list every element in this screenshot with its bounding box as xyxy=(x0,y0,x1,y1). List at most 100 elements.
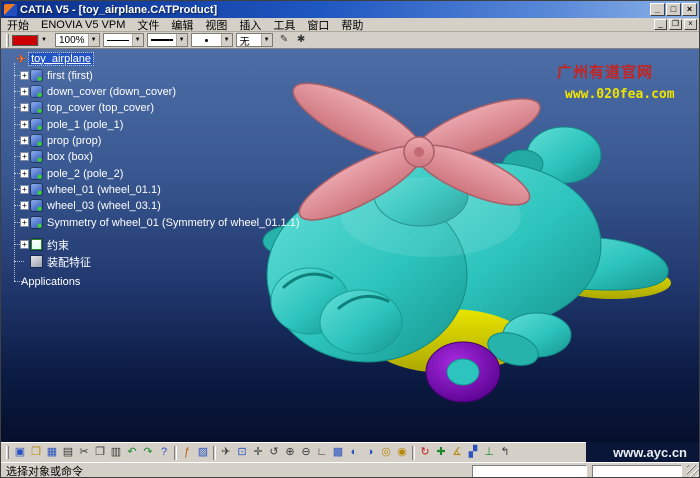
tree-item-wheel-03[interactable]: + wheel_03 (wheel_03.1) xyxy=(20,198,163,213)
product-structure-icon[interactable]: ▣ xyxy=(12,445,28,461)
chevron-down-icon[interactable]: ▼ xyxy=(261,34,272,46)
expander-icon[interactable]: + xyxy=(20,169,29,178)
constraint-icon[interactable]: ⊥ xyxy=(481,445,497,461)
tree-item-symmetry-of-wheel-01[interactable]: + Symmetry of wheel_01 (Symmetry of whee… xyxy=(20,215,302,230)
tree-item-prop[interactable]: + prop (prop) xyxy=(20,133,103,148)
measure-icon[interactable]: ∡ xyxy=(449,445,465,461)
tree-item-label[interactable]: down_cover (down_cover) xyxy=(45,86,178,98)
menu-item-insert[interactable]: 插入 xyxy=(233,17,267,33)
menu-item-enovia[interactable]: ENOVIA V5 VPM xyxy=(35,19,131,31)
tree-item-label[interactable]: pole_2 (pole_2) xyxy=(45,168,125,180)
tree-item-wheel-01[interactable]: + wheel_01 (wheel_01.1) xyxy=(20,182,163,197)
undo-icon[interactable]: ↶ xyxy=(124,445,140,461)
help-icon[interactable]: ? xyxy=(156,445,172,461)
rotate-icon[interactable]: ↺ xyxy=(266,445,282,461)
color-swatch-combo[interactable]: ▼ xyxy=(12,33,52,47)
new-component-icon[interactable]: ✚ xyxy=(433,445,449,461)
tree-item-label[interactable]: top_cover (top_cover) xyxy=(45,102,156,114)
tree-item-label[interactable]: wheel_03 (wheel_03.1) xyxy=(45,200,163,212)
expander-icon[interactable]: + xyxy=(20,71,29,80)
cut-icon[interactable]: ✂ xyxy=(76,445,92,461)
chevron-down-icon[interactable]: ▼ xyxy=(38,34,49,46)
menu-item-file[interactable]: 文件 xyxy=(131,17,165,33)
tree-item-label[interactable]: toy_airplane xyxy=(29,53,93,65)
wizard-icon[interactable]: ✱ xyxy=(294,33,309,47)
doc-restore-button[interactable]: ❐ xyxy=(669,19,682,30)
expander-icon[interactable]: + xyxy=(20,152,29,161)
save-icon[interactable]: ▦ xyxy=(44,445,60,461)
tree-item-root[interactable]: ✈ toy_airplane xyxy=(16,51,93,66)
expander-icon[interactable]: + xyxy=(20,120,29,129)
layer-combo[interactable]: 无 ▼ xyxy=(236,33,273,47)
purple-wheel[interactable] xyxy=(426,342,500,402)
toolbar-drag-handle[interactable] xyxy=(6,446,9,459)
menu-item-view[interactable]: 视图 xyxy=(199,17,233,33)
menu-item-tools[interactable]: 工具 xyxy=(267,17,301,33)
line-type-combo[interactable]: ▼ xyxy=(103,33,144,47)
fly-mode-icon[interactable]: ✈ xyxy=(218,445,234,461)
menu-item-window[interactable]: 窗口 xyxy=(301,17,335,33)
minimize-button[interactable]: _ xyxy=(650,3,665,16)
tree-item-label[interactable]: 装配特征 xyxy=(45,254,93,270)
tree-item-pole-1[interactable]: + pole_1 (pole_1) xyxy=(20,117,125,132)
tree-item-assembly-features[interactable]: 装配特征 xyxy=(31,254,93,269)
toolbar-drag-handle[interactable] xyxy=(6,34,9,47)
command-input-field[interactable] xyxy=(592,465,682,478)
menu-item-help[interactable]: 帮助 xyxy=(335,17,369,33)
title-bar[interactable]: CATIA V5 - [toy_airplane.CATProduct] _ □… xyxy=(1,1,699,18)
normal-view-icon[interactable]: ∟ xyxy=(314,445,330,461)
copy-icon[interactable]: ❐ xyxy=(92,445,108,461)
chevron-down-icon[interactable]: ▼ xyxy=(88,34,99,46)
zoom-combo[interactable]: 100% ▼ xyxy=(55,33,100,47)
tree-item-constraints[interactable]: + 约束 xyxy=(20,237,71,252)
tree-item-applications[interactable]: Applications xyxy=(19,274,82,289)
update-icon[interactable]: ↻ xyxy=(417,445,433,461)
formula-icon[interactable]: ƒ xyxy=(179,445,195,461)
expander-icon[interactable]: + xyxy=(20,240,29,249)
open-icon[interactable]: ❒ xyxy=(28,445,44,461)
tree-item-label[interactable]: prop (prop) xyxy=(45,135,103,147)
menu-item-start[interactable]: 开始 xyxy=(1,17,35,33)
tree-item-label[interactable]: wheel_01 (wheel_01.1) xyxy=(45,184,163,196)
tree-item-first[interactable]: + first (first) xyxy=(20,68,95,83)
resize-grip[interactable] xyxy=(687,465,700,478)
expander-icon[interactable]: + xyxy=(20,103,29,112)
design-table-icon[interactable]: ▨ xyxy=(195,445,211,461)
expander-icon[interactable]: + xyxy=(20,218,29,227)
status-field-1[interactable] xyxy=(472,465,587,478)
expander-icon[interactable]: + xyxy=(20,201,29,210)
shading-edges-icon[interactable]: ◑ xyxy=(362,445,378,461)
line-weight-combo[interactable]: ▼ xyxy=(147,33,188,47)
tree-item-label[interactable]: pole_1 (pole_1) xyxy=(45,119,125,131)
fit-all-icon[interactable]: ⊡ xyxy=(234,445,250,461)
shading-icon[interactable]: ◐ xyxy=(346,445,362,461)
zoom-in-icon[interactable]: ⊕ xyxy=(282,445,298,461)
close-button[interactable]: × xyxy=(682,3,697,16)
tree-item-label[interactable]: 约束 xyxy=(45,237,71,253)
chevron-down-icon[interactable]: ▼ xyxy=(176,34,187,46)
tree-item-label[interactable]: Symmetry of wheel_01 (Symmetry of wheel_… xyxy=(45,217,302,229)
tree-item-box[interactable]: + box (box) xyxy=(20,149,95,164)
expander-icon[interactable]: + xyxy=(20,185,29,194)
expander-icon[interactable]: + xyxy=(20,87,29,96)
section-icon[interactable]: ▞ xyxy=(465,445,481,461)
doc-close-button[interactable]: × xyxy=(684,19,697,30)
print-icon[interactable]: ▤ xyxy=(60,445,76,461)
maximize-button[interactable]: □ xyxy=(666,3,681,16)
tree-item-label[interactable]: Applications xyxy=(19,276,82,288)
redo-icon[interactable]: ↷ xyxy=(140,445,156,461)
doc-minimize-button[interactable]: _ xyxy=(654,19,667,30)
zoom-out-icon[interactable]: ⊖ xyxy=(298,445,314,461)
chevron-down-icon[interactable]: ▼ xyxy=(221,34,232,46)
menu-item-edit[interactable]: 编辑 xyxy=(165,17,199,33)
exit-workbench-icon[interactable]: ↰ xyxy=(497,445,513,461)
tree-item-top-cover[interactable]: + top_cover (top_cover) xyxy=(20,100,156,115)
expander-icon[interactable]: + xyxy=(20,136,29,145)
tree-item-pole-2[interactable]: + pole_2 (pole_2) xyxy=(20,166,125,181)
pan-icon[interactable]: ✛ xyxy=(250,445,266,461)
tree-item-label[interactable]: first (first) xyxy=(45,70,95,82)
tree-item-down-cover[interactable]: + down_cover (down_cover) xyxy=(20,84,178,99)
painter-icon[interactable]: ✎ xyxy=(277,33,292,47)
multi-view-icon[interactable]: ▩ xyxy=(330,445,346,461)
hide-show-icon[interactable]: ◎ xyxy=(378,445,394,461)
